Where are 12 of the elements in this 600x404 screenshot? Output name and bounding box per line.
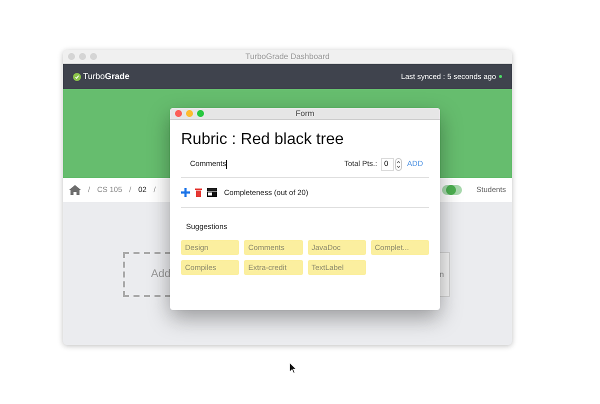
plus-icon[interactable] (181, 188, 190, 197)
trash-icon[interactable] (195, 188, 202, 197)
home-icon[interactable] (69, 185, 81, 195)
window-title: TurboGrade Dashboard (245, 50, 330, 62)
toggle-switch[interactable] (442, 185, 462, 195)
brand-name: TurboGrade (83, 70, 130, 83)
logo-icon (73, 72, 81, 80)
rubric-heading: Rubric : Red black tree (181, 130, 345, 150)
mouse-cursor-icon (289, 362, 297, 374)
dialog-title: Form (296, 108, 314, 120)
stepper-icon[interactable] (395, 158, 402, 170)
clapperboard-icon[interactable] (207, 188, 217, 197)
